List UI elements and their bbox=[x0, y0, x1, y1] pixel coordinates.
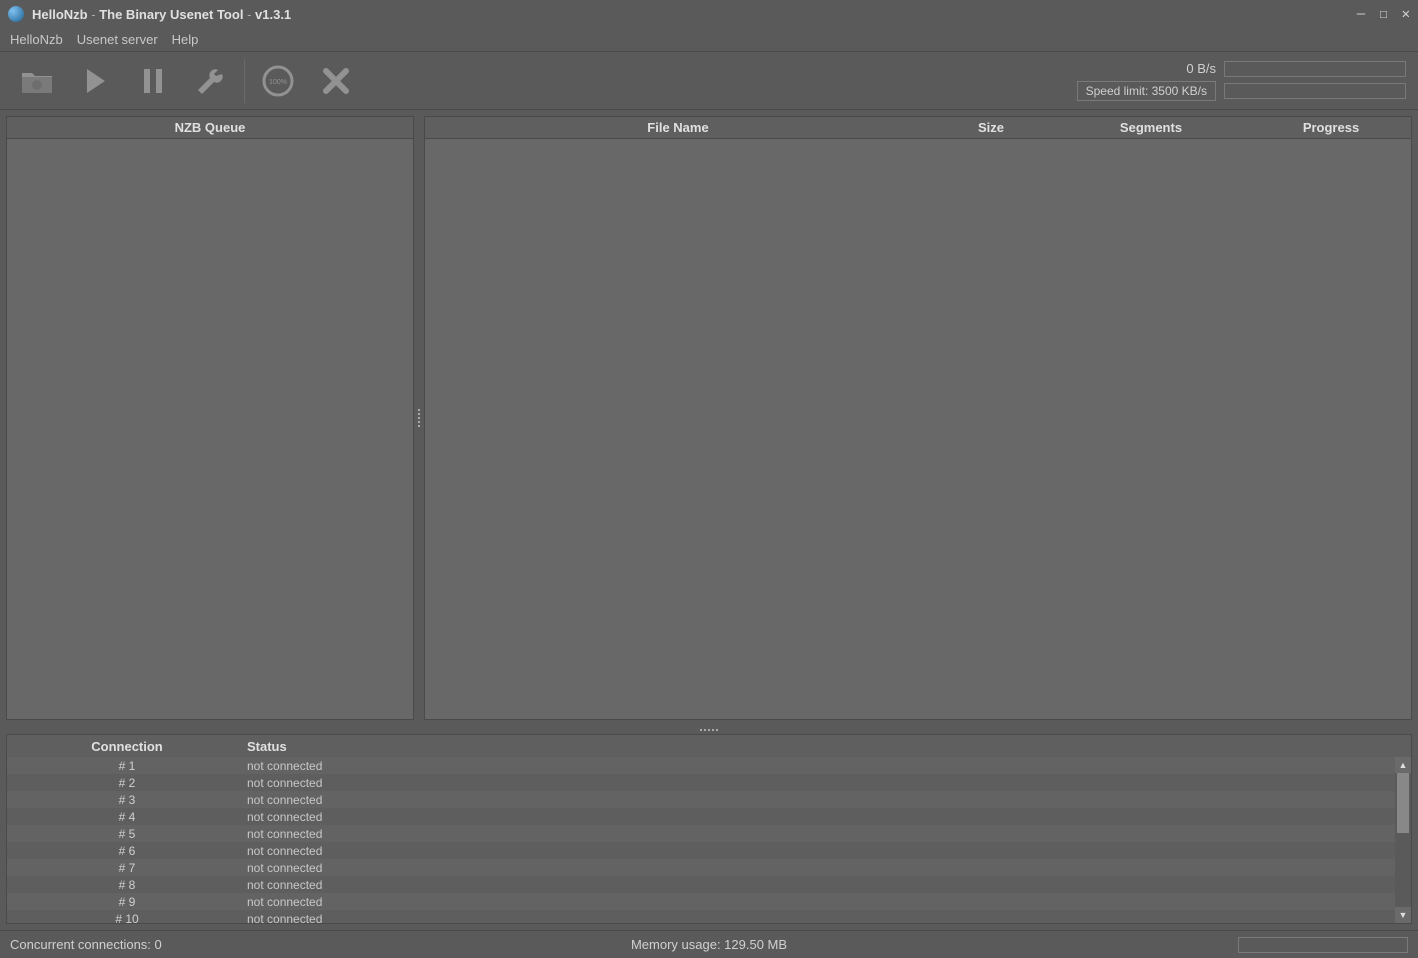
connection-row[interactable]: # 10not connected bbox=[7, 910, 1411, 923]
connection-status: not connected bbox=[247, 827, 322, 841]
gauge-icon: 100% bbox=[261, 64, 295, 98]
speed-gauge-button[interactable]: 100% bbox=[253, 59, 303, 103]
status-progress-bar bbox=[1238, 937, 1408, 953]
connection-row[interactable]: # 2not connected bbox=[7, 774, 1411, 791]
titlebar: HelloNzb - The Binary Usenet Tool - v1.3… bbox=[0, 0, 1418, 28]
connection-status: not connected bbox=[247, 861, 322, 875]
connection-status: not connected bbox=[247, 878, 322, 892]
toolbar: 100% 0 B/s Speed limit: 3500 KB/s bbox=[0, 52, 1418, 110]
connection-row[interactable]: # 1not connected bbox=[7, 757, 1411, 774]
connection-id: # 6 bbox=[7, 844, 247, 858]
cancel-button[interactable] bbox=[311, 59, 361, 103]
menu-help[interactable]: Help bbox=[172, 32, 199, 47]
connection-id: # 3 bbox=[7, 793, 247, 807]
title-sep2: - bbox=[247, 7, 255, 22]
connection-row[interactable]: # 3not connected bbox=[7, 791, 1411, 808]
wrench-icon bbox=[195, 65, 227, 97]
connections-header: Connection Status bbox=[7, 735, 1411, 757]
connection-id: # 5 bbox=[7, 827, 247, 841]
connections-scrollbar[interactable]: ▲ ▼ bbox=[1395, 757, 1411, 923]
queue-header: NZB Queue bbox=[7, 117, 413, 139]
connection-id: # 8 bbox=[7, 878, 247, 892]
close-button[interactable]: ✕ bbox=[1402, 7, 1410, 21]
scroll-track[interactable] bbox=[1395, 773, 1411, 907]
main-content: NZB Queue File Name Size Segments Progre… bbox=[0, 110, 1418, 726]
col-status[interactable]: Status bbox=[247, 739, 367, 754]
connection-status: not connected bbox=[247, 895, 322, 909]
queue-body[interactable] bbox=[7, 139, 413, 719]
title-tagline: The Binary Usenet Tool bbox=[99, 7, 243, 22]
speed-limit-button[interactable]: Speed limit: 3500 KB/s bbox=[1077, 81, 1216, 101]
connection-status: not connected bbox=[247, 793, 322, 807]
svg-text:100%: 100% bbox=[269, 79, 287, 86]
overall-progress-bar bbox=[1224, 83, 1406, 99]
connection-id: # 10 bbox=[7, 912, 247, 924]
pause-icon bbox=[141, 67, 165, 95]
maximize-button[interactable]: ☐ bbox=[1379, 7, 1387, 21]
connection-row[interactable]: # 4not connected bbox=[7, 808, 1411, 825]
connection-row[interactable]: # 8not connected bbox=[7, 876, 1411, 893]
connections-panel: Connection Status # 1not connected# 2not… bbox=[6, 734, 1412, 924]
menu-usenet-server[interactable]: Usenet server bbox=[77, 32, 158, 47]
vertical-splitter[interactable] bbox=[416, 116, 422, 720]
nzb-queue-panel: NZB Queue bbox=[6, 116, 414, 720]
col-progress[interactable]: Progress bbox=[1251, 120, 1411, 135]
connection-status: not connected bbox=[247, 776, 322, 790]
horizontal-splitter[interactable] bbox=[6, 726, 1412, 734]
app-icon bbox=[8, 6, 24, 22]
connection-status: not connected bbox=[247, 759, 322, 773]
connection-row[interactable]: # 7not connected bbox=[7, 859, 1411, 876]
toolbar-separator bbox=[244, 59, 245, 103]
connections-body: # 1not connected# 2not connected# 3not c… bbox=[7, 757, 1411, 923]
connection-row[interactable]: # 9not connected bbox=[7, 893, 1411, 910]
connection-row[interactable]: # 6not connected bbox=[7, 842, 1411, 859]
connection-id: # 1 bbox=[7, 759, 247, 773]
statusbar: Concurrent connections: 0 Memory usage: … bbox=[0, 930, 1418, 958]
status-memory: Memory usage: 129.50 MB bbox=[631, 937, 787, 952]
title-app: HelloNzb bbox=[32, 7, 88, 22]
col-size[interactable]: Size bbox=[931, 120, 1051, 135]
connection-id: # 2 bbox=[7, 776, 247, 790]
settings-button[interactable] bbox=[186, 59, 236, 103]
queue-header-label: NZB Queue bbox=[175, 120, 246, 135]
file-header: File Name Size Segments Progress bbox=[425, 117, 1411, 139]
scroll-down-button[interactable]: ▼ bbox=[1395, 907, 1411, 923]
connection-id: # 7 bbox=[7, 861, 247, 875]
connection-id: # 9 bbox=[7, 895, 247, 909]
play-icon bbox=[81, 67, 109, 95]
col-connection[interactable]: Connection bbox=[7, 739, 247, 754]
window-title: HelloNzb - The Binary Usenet Tool - v1.3… bbox=[32, 7, 291, 22]
scroll-thumb[interactable] bbox=[1397, 773, 1409, 833]
open-folder-button[interactable] bbox=[12, 59, 62, 103]
col-file-name[interactable]: File Name bbox=[425, 120, 931, 135]
x-icon bbox=[321, 66, 351, 96]
file-panel: File Name Size Segments Progress bbox=[424, 116, 1412, 720]
file-body[interactable] bbox=[425, 139, 1411, 719]
title-sep: - bbox=[91, 7, 99, 22]
speed-text: 0 B/s bbox=[1186, 61, 1216, 76]
connection-status: not connected bbox=[247, 912, 322, 924]
connection-status: not connected bbox=[247, 810, 322, 824]
menubar: HelloNzb Usenet server Help bbox=[0, 28, 1418, 52]
menu-hellonzb[interactable]: HelloNzb bbox=[10, 32, 63, 47]
scroll-up-button[interactable]: ▲ bbox=[1395, 757, 1411, 773]
folder-icon bbox=[20, 67, 54, 95]
connection-id: # 4 bbox=[7, 810, 247, 824]
col-segments[interactable]: Segments bbox=[1051, 120, 1251, 135]
pause-button[interactable] bbox=[128, 59, 178, 103]
minimize-button[interactable]: — bbox=[1357, 7, 1365, 21]
title-version: v1.3.1 bbox=[255, 7, 291, 22]
speed-progress-bar bbox=[1224, 61, 1406, 77]
status-concurrent: Concurrent connections: 0 bbox=[10, 937, 162, 952]
play-button[interactable] bbox=[70, 59, 120, 103]
connection-status: not connected bbox=[247, 844, 322, 858]
connection-row[interactable]: # 5not connected bbox=[7, 825, 1411, 842]
